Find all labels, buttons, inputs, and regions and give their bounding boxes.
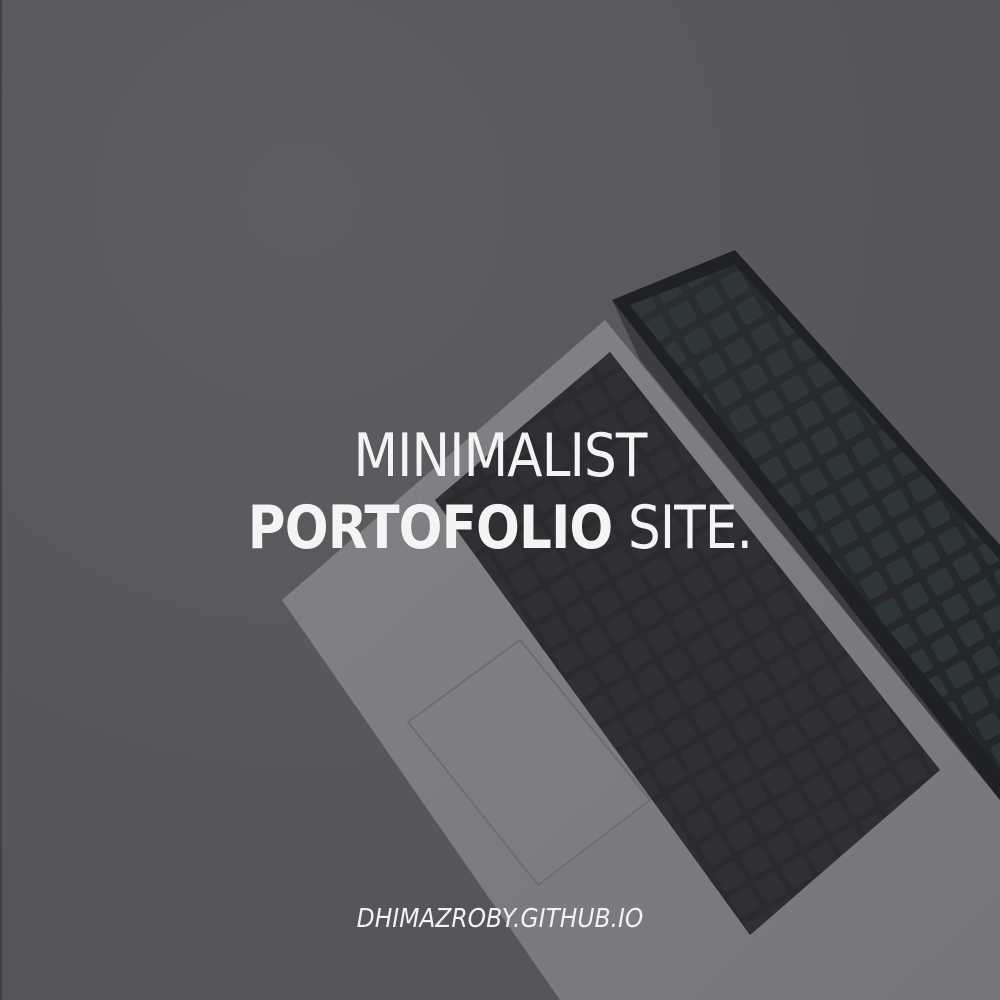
hero-banner: MINIMALIST PORTOFOLIO SITE. DHIMAZROBY.G…: [0, 0, 1000, 1000]
headline-rest: SITE.: [612, 493, 753, 563]
headline-bold-word: PORTOFOLIO: [247, 493, 613, 563]
hero-headline: MINIMALIST PORTOFOLIO SITE.: [0, 420, 1000, 564]
headline-line-1: MINIMALIST: [353, 421, 647, 491]
headline-line-2: PORTOFOLIO SITE.: [70, 492, 930, 564]
site-url: DHIMAZROBY.GITHUB.IO: [356, 904, 644, 934]
